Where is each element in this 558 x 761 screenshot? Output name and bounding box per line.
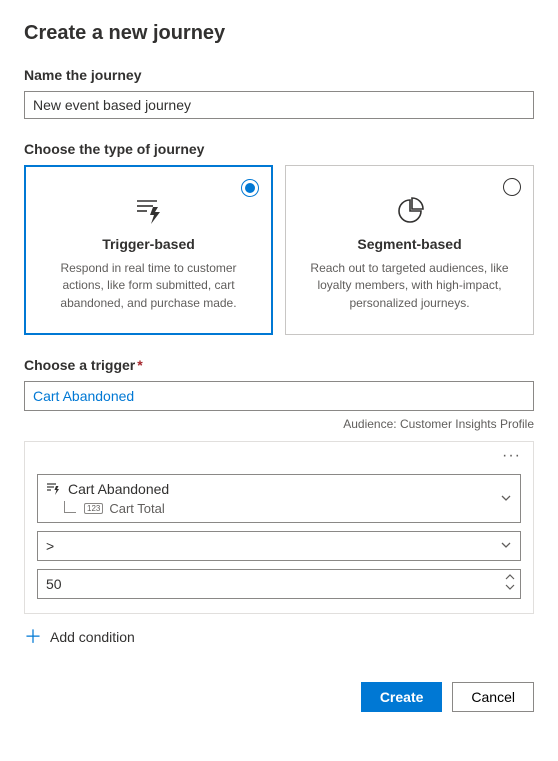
name-section: Name the journey [24,67,534,119]
type-label: Choose the type of journey [24,141,534,157]
type-card-trigger[interactable]: Trigger-based Respond in real time to cu… [24,165,273,335]
type-title-trigger: Trigger-based [43,236,254,252]
spinner-down-icon[interactable] [504,582,516,592]
audience-text: Audience: Customer Insights Profile [24,417,534,431]
condition-menu-icon[interactable]: ··· [37,452,521,466]
journey-name-input[interactable] [24,91,534,119]
type-desc-segment: Reach out to targeted audiences, like lo… [304,260,515,312]
type-title-segment: Segment-based [304,236,515,252]
segment-icon [393,196,427,226]
chevron-down-icon [500,538,512,554]
trigger-icon [132,196,166,226]
radio-trigger[interactable] [241,179,259,197]
attribute-event: Cart Abandoned [68,481,169,497]
tree-branch-icon [64,501,76,513]
attribute-select[interactable]: Cart Abandoned 123 Cart Total [37,474,521,523]
trigger-section: Choose a trigger* Audience: Customer Ins… [24,357,534,431]
trigger-input[interactable] [24,381,534,411]
plus-icon: ＋ [24,628,42,646]
name-label: Name the journey [24,67,534,83]
required-mark: * [137,357,142,373]
radio-segment[interactable] [503,178,521,196]
trigger-label: Choose a trigger* [24,357,534,373]
footer: Create Cancel [24,682,534,712]
cancel-button[interactable]: Cancel [452,682,534,712]
condition-panel: ··· Cart Abandoned 123 Cart Total > 50 [24,441,534,614]
number-badge-icon: 123 [84,503,103,515]
journey-type-section: Choose the type of journey Trigger-based… [24,141,534,335]
operator-select[interactable]: > [37,531,521,561]
add-condition-button[interactable]: ＋ Add condition [24,628,534,646]
spinner-up-icon[interactable] [504,572,516,582]
create-button[interactable]: Create [361,682,443,712]
trigger-small-icon [46,482,62,496]
chevron-down-icon [500,491,512,507]
operator-value: > [46,538,54,554]
add-condition-label: Add condition [50,629,135,645]
attribute-name: Cart Total [109,501,164,516]
type-card-segment[interactable]: Segment-based Reach out to targeted audi… [285,165,534,335]
page-title: Create a new journey [24,22,534,45]
type-desc-trigger: Respond in real time to customer actions… [43,260,254,312]
value-text: 50 [46,576,62,592]
value-input[interactable]: 50 [37,569,521,599]
